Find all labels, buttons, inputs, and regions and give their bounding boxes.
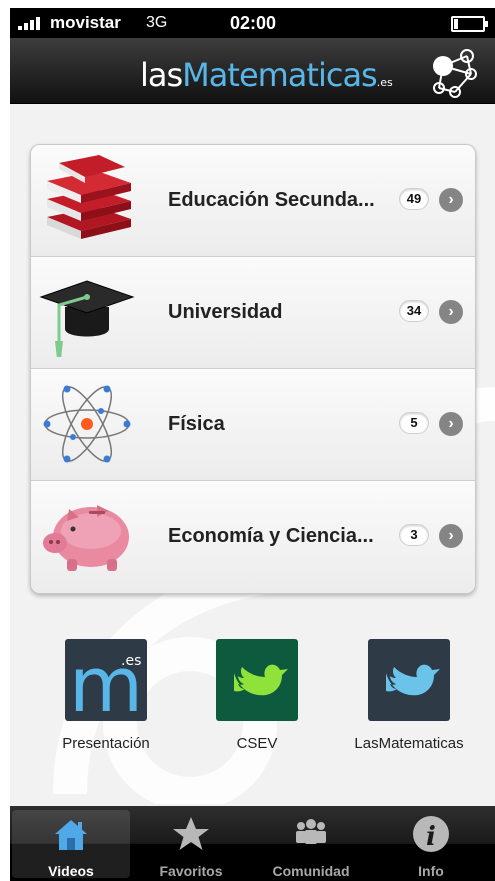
category-list: Educación Secunda... 49 › Universidad 34… [30, 144, 476, 594]
list-item-label: Educación Secunda... [168, 189, 375, 211]
tile-label: LasMatematicas [354, 735, 464, 752]
network-graph-icon[interactable] [425, 44, 481, 100]
network-type: 3G [146, 14, 168, 31]
clock: 02:00 [230, 13, 277, 33]
count-badge: 3 [399, 524, 429, 546]
tab-info[interactable]: i Info [372, 810, 490, 879]
tab-videos[interactable]: Videos [12, 810, 130, 879]
chevron-right-icon[interactable]: › [439, 524, 463, 548]
csev-twitter-button[interactable] [216, 639, 298, 721]
list-item-fisica[interactable]: Física 5 › [31, 369, 475, 481]
count-badge: 34 [399, 300, 429, 322]
list-item-economia[interactable]: Economía y Ciencia... 3 › [31, 481, 475, 593]
tab-favoritos[interactable]: Favoritos [132, 810, 250, 879]
signal-strength-icon [18, 16, 46, 30]
tile-label: CSEV [236, 735, 278, 752]
status-bar: movistar 3G 02:00 [10, 8, 495, 38]
chevron-right-icon[interactable]: › [439, 300, 463, 324]
chevron-right-icon[interactable]: › [439, 188, 463, 212]
home-icon [55, 820, 87, 850]
star-icon [173, 817, 209, 850]
tab-bar: Videos Favoritos Comunidad i Info [10, 806, 495, 881]
count-badge: 49 [399, 188, 429, 210]
twitter-bird-icon [234, 664, 288, 696]
lasmatematicas-logo-icon: m .es [69, 640, 143, 729]
tile-label: Presentación [62, 735, 150, 752]
app-header: lasMatematicas.es [10, 38, 495, 104]
community-icon [296, 819, 326, 844]
svg-text:.es: .es [121, 653, 141, 669]
carrier-name: movistar [50, 13, 121, 32]
list-item-educacion-secundaria[interactable]: Educación Secunda... 49 › [31, 145, 475, 257]
list-item-label: Economía y Ciencia... [168, 525, 374, 547]
svg-text:i: i [426, 822, 436, 852]
twitter-bird-icon [386, 664, 440, 696]
count-badge: 5 [399, 412, 429, 434]
info-icon: i [413, 816, 449, 852]
list-item-label: Universidad [168, 301, 283, 323]
list-item-universidad[interactable]: Universidad 34 › [31, 257, 475, 369]
lasmatematicas-twitter-button[interactable] [368, 639, 450, 721]
app-screen: movistar 3G 02:00 lasMatematicas.es Educ… [10, 8, 495, 881]
tab-comunidad[interactable]: Comunidad [252, 810, 370, 879]
books-icon [47, 155, 131, 239]
app-logo: lasMatematicas.es [140, 56, 393, 94]
graduation-cap-icon [39, 280, 135, 357]
chevron-right-icon[interactable]: › [439, 412, 463, 436]
battery-icon [451, 16, 488, 32]
atom-icon [43, 385, 131, 463]
list-item-label: Física [168, 413, 225, 435]
presentacion-button[interactable]: m .es [65, 639, 147, 729]
piggy-bank-icon [43, 505, 129, 571]
